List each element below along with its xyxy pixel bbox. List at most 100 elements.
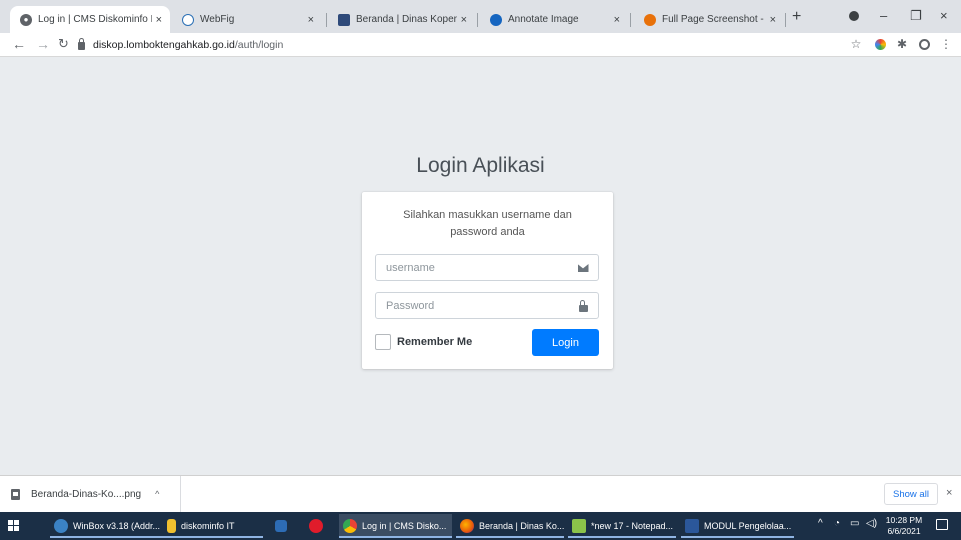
taskbar-app-chrome[interactable]: Log in | CMS Disko... — [339, 514, 452, 538]
taskbar-app-label: diskominfo IT — [181, 521, 235, 531]
login-card: Silahkan masukkan username dan password … — [362, 192, 613, 369]
taskbar-app-label: *new 17 - Notepad... — [591, 521, 674, 531]
network-icon[interactable]: ◔ — [834, 518, 840, 529]
volume-icon[interactable]: ◁) — [866, 518, 877, 529]
taskbar-app-media[interactable] — [271, 514, 297, 538]
password-field[interactable] — [375, 292, 599, 319]
tab-annotate-image[interactable]: Annotate Image × — [480, 6, 628, 33]
active-indicator — [163, 536, 263, 538]
winbox-icon — [54, 519, 68, 533]
url-host: diskop.lomboktengahkab.go.id — [93, 39, 235, 51]
folder-icon — [167, 519, 176, 533]
password-input[interactable] — [376, 293, 566, 318]
tab-close-icon[interactable]: × — [156, 14, 162, 26]
username-input[interactable] — [376, 255, 566, 280]
clock-date: 6/6/2021 — [887, 526, 921, 536]
close-download-bar-icon[interactable]: × — [946, 487, 952, 499]
tab-close-icon[interactable]: × — [461, 14, 467, 26]
taskbar-app-label: WinBox v3.18 (Addr... — [73, 521, 161, 531]
page-content: Login Aplikasi Silahkan masukkan usernam… — [0, 57, 961, 475]
show-all-button[interactable]: Show all — [884, 483, 938, 505]
site-logo-icon — [338, 13, 350, 26]
tab-full-page-screenshot[interactable]: Full Page Screenshot - Chrom × — [634, 6, 784, 33]
download-bar: Beranda-Dinas-Ko....png ^ Show all × — [0, 475, 961, 512]
profile-icon[interactable] — [849, 11, 859, 21]
tab-title: WebFig — [200, 14, 235, 25]
minimize-button[interactable]: – — [880, 9, 887, 22]
username-field[interactable] — [375, 254, 599, 281]
tab-divider — [326, 13, 327, 27]
browser-toolbar: ← → ↻ diskop.lomboktengahkab.go.id/auth/… — [0, 33, 961, 57]
remember-me[interactable]: Remember Me — [375, 334, 472, 350]
active-indicator — [456, 536, 564, 538]
download-item[interactable]: Beranda-Dinas-Ko....png ^ — [0, 476, 181, 512]
active-indicator — [339, 536, 452, 538]
reload-icon[interactable]: ↻ — [58, 36, 69, 52]
chrome-icon — [343, 519, 357, 533]
annotate-icon — [490, 13, 502, 26]
address-bar[interactable]: diskop.lomboktengahkab.go.id/auth/login — [78, 37, 283, 53]
windows-taskbar: WinBox v3.18 (Addr... diskominfo IT Log … — [0, 512, 961, 540]
back-arrow-icon[interactable]: ← — [12, 36, 26, 52]
active-indicator — [681, 536, 794, 538]
new-tab-button[interactable]: + — [792, 9, 801, 25]
media-extension-icon[interactable] — [917, 37, 931, 51]
chevron-up-icon[interactable]: ^ — [818, 518, 823, 529]
login-message: Silahkan masukkan username dan password … — [403, 209, 572, 238]
taskbar-app-winbox[interactable]: WinBox v3.18 (Addr... — [50, 514, 168, 538]
envelope-icon — [576, 261, 590, 275]
color-extension-icon[interactable] — [873, 37, 887, 51]
restore-button[interactable]: ❐ — [910, 9, 922, 22]
lock-icon — [576, 299, 590, 313]
taskbar-app-word[interactable]: MODUL Pengelolaa... — [681, 514, 794, 538]
taskbar-app-firefox[interactable]: Beranda | Dinas Ko... — [456, 514, 564, 538]
taskbar-app-opera[interactable] — [305, 514, 331, 538]
tab-divider — [630, 13, 631, 27]
close-window-button[interactable]: × — [940, 9, 948, 22]
tab-divider — [477, 13, 478, 27]
download-filename: Beranda-Dinas-Ko....png — [31, 488, 142, 500]
tab-title: Log in | CMS Diskominfo Kab — [38, 14, 152, 25]
clock-time: 10:28 PM — [885, 515, 923, 525]
webfig-icon — [182, 13, 194, 26]
bookmark-star-icon[interactable]: ☆ — [849, 37, 863, 51]
chevron-up-icon[interactable]: ^ — [155, 489, 159, 499]
taskbar-clock[interactable]: 10:28 PM 6/6/2021 — [884, 515, 924, 537]
notification-icon[interactable] — [936, 519, 948, 530]
tab-close-icon[interactable]: × — [308, 14, 314, 26]
tab-beranda-dinas[interactable]: Beranda | Dinas Koperasi dan × — [328, 6, 475, 33]
extensions-puzzle-icon[interactable]: ✱ — [895, 37, 909, 51]
login-button[interactable]: Login — [532, 329, 599, 356]
globe-icon: ● — [20, 13, 32, 26]
active-indicator — [568, 536, 676, 538]
tab-close-icon[interactable]: × — [614, 14, 620, 26]
notepad-icon — [572, 519, 586, 533]
tab-title: Annotate Image — [508, 14, 579, 25]
taskbar-app-label: Beranda | Dinas Ko... — [479, 521, 564, 531]
word-icon — [685, 519, 699, 533]
battery-icon[interactable]: ▭ — [850, 518, 859, 529]
browser-tab-strip: ● Log in | CMS Diskominfo Kab × WebFig ×… — [0, 0, 961, 33]
menu-kebab-icon[interactable]: ⋮ — [939, 37, 953, 51]
active-indicator — [50, 536, 168, 538]
remember-me-label[interactable]: Remember Me — [397, 336, 472, 348]
screenshot-extension-icon — [644, 13, 656, 26]
tab-title: Beranda | Dinas Koperasi dan — [356, 14, 457, 25]
remember-me-checkbox[interactable] — [375, 334, 391, 350]
windows-start-icon[interactable] — [8, 520, 20, 532]
taskbar-app-folder[interactable]: diskominfo IT — [163, 514, 263, 538]
tab-close-icon[interactable]: × — [770, 14, 776, 26]
taskbar-app-notepad[interactable]: *new 17 - Notepad... — [568, 514, 676, 538]
image-file-icon — [11, 488, 20, 500]
page-title: Login Aplikasi — [416, 154, 545, 177]
opera-icon — [309, 519, 323, 533]
taskbar-app-label: Log in | CMS Disko... — [362, 521, 447, 531]
firefox-icon — [460, 519, 474, 533]
url-path: /auth/login — [234, 39, 284, 51]
forward-arrow-icon[interactable]: → — [36, 36, 50, 52]
taskbar-app-label: MODUL Pengelolaa... — [704, 521, 792, 531]
media-icon — [275, 520, 287, 532]
tab-title: Full Page Screenshot - Chrom — [662, 14, 766, 25]
tab-login-cms[interactable]: ● Log in | CMS Diskominfo Kab × — [10, 6, 170, 33]
tab-webfig[interactable]: WebFig × — [172, 6, 322, 33]
